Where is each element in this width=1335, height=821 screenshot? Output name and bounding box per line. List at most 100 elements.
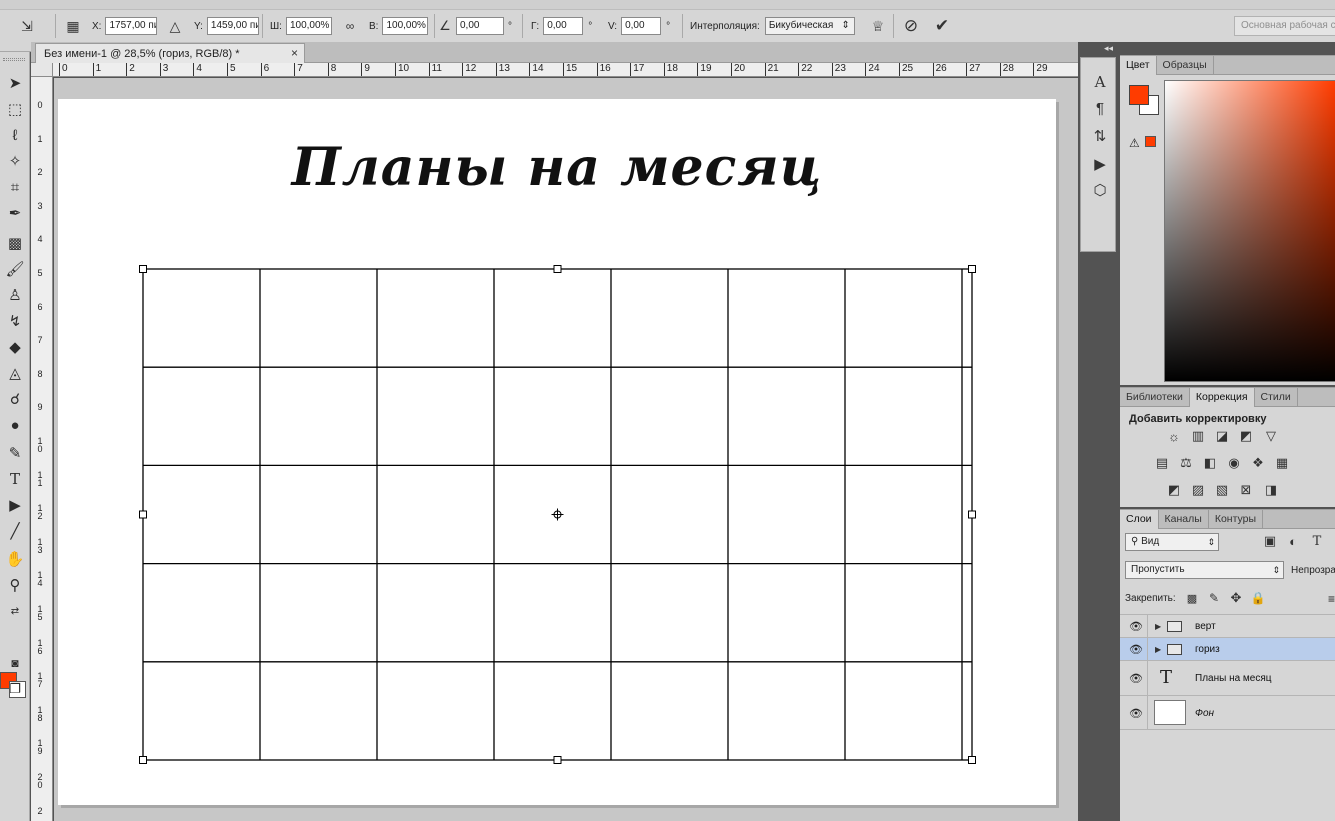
- character-panel-icon[interactable]: A: [1089, 72, 1111, 92]
- history-brush-tool-icon[interactable]: ↯: [3, 310, 27, 332]
- collapse-arrows-icon[interactable]: ◂◂: [1104, 43, 1113, 54]
- paint-bucket-tool-icon[interactable]: ◬: [3, 362, 27, 384]
- vibrance-icon[interactable]: ▽: [1261, 427, 1281, 445]
- vertical-ruler[interactable]: 0 1 2 3 4 5 6 7 8 9 10 11 12 13 14 15 16 17 18 19 20 2: [31, 77, 53, 821]
- lock-pixels-icon[interactable]: ✎: [1204, 589, 1224, 607]
- layer-row-horiz[interactable]: 👁 ▶ гориз: [1120, 637, 1335, 660]
- lock-position-icon[interactable]: ✥: [1226, 589, 1246, 607]
- layer-name[interactable]: гориз: [1195, 644, 1220, 655]
- filter-type-icon[interactable]: T: [1307, 532, 1327, 550]
- swap-colors-icon[interactable]: ⇄: [3, 600, 27, 622]
- transform-handle[interactable]: [139, 510, 147, 519]
- document-tab[interactable]: Без имени-1 @ 28,5% (гориз, RGB/8) * ×: [35, 43, 305, 63]
- commit-transform-icon[interactable]: ✔: [931, 15, 953, 37]
- layer-name[interactable]: Фон: [1195, 708, 1214, 719]
- tab-libraries[interactable]: Библиотеки: [1120, 388, 1190, 407]
- tab-paths[interactable]: Контуры: [1209, 510, 1264, 529]
- tab-color[interactable]: Цвет: [1120, 56, 1157, 75]
- transform-handle[interactable]: [968, 510, 976, 519]
- visibility-eye-icon[interactable]: 👁: [1129, 643, 1143, 656]
- tab-channels[interactable]: Каналы: [1159, 510, 1209, 529]
- transform-grid[interactable]: [136, 262, 978, 766]
- cancel-transform-icon[interactable]: ⊘: [900, 15, 922, 37]
- lasso-tool-icon[interactable]: ℓ: [3, 124, 27, 146]
- healing-brush-tool-icon[interactable]: ▩: [3, 232, 27, 254]
- color-lookup-icon[interactable]: ▦: [1272, 454, 1292, 472]
- layer-row-background[interactable]: 👁 Фон: [1120, 695, 1335, 730]
- stamp-tool-icon[interactable]: ♙: [3, 284, 27, 306]
- gamut-warning-swatch[interactable]: [1145, 136, 1156, 147]
- hue-saturation-icon[interactable]: ▤: [1152, 454, 1172, 472]
- layer-row-text[interactable]: 👁 T Планы на месяц: [1120, 660, 1335, 695]
- height-input[interactable]: 100,00%: [382, 17, 429, 35]
- zoom-tool-icon[interactable]: ⚲: [3, 574, 27, 596]
- visibility-eye-icon[interactable]: 👁: [1129, 707, 1143, 720]
- blend-mode-select[interactable]: Пропустить ⇕: [1125, 561, 1284, 579]
- eyedropper-tool-icon[interactable]: ✒: [3, 202, 27, 224]
- photo-filter-icon[interactable]: ◉: [1224, 454, 1244, 472]
- tab-swatches[interactable]: Образцы: [1157, 56, 1214, 75]
- y-input[interactable]: 1459,00 пи: [206, 17, 259, 35]
- move-tool-preset-icon[interactable]: ⇲: [16, 15, 38, 37]
- screen-mode-icon[interactable]: ❐: [3, 678, 27, 700]
- move-tool-icon[interactable]: ➤: [3, 72, 27, 94]
- posterize-icon[interactable]: ▨: [1188, 481, 1208, 499]
- quick-mask-icon[interactable]: ◙: [3, 652, 27, 674]
- curves-icon[interactable]: ◪: [1212, 427, 1232, 445]
- crop-tool-icon[interactable]: ⌗: [3, 176, 27, 198]
- selective-color-icon[interactable]: ⊠: [1236, 481, 1256, 499]
- visibility-eye-icon[interactable]: 👁: [1129, 672, 1143, 685]
- transform-handle[interactable]: [553, 265, 562, 273]
- color-balance-icon[interactable]: ⚖: [1176, 454, 1196, 472]
- tab-layers[interactable]: Слои: [1120, 510, 1159, 529]
- transform-handle[interactable]: [139, 265, 147, 273]
- dodge-tool-icon[interactable]: ●: [3, 414, 27, 436]
- play-panel-icon[interactable]: ▶: [1089, 154, 1111, 174]
- exposure-icon[interactable]: ◩: [1236, 427, 1256, 445]
- workspace-switcher[interactable]: Основная рабочая среда: [1234, 16, 1335, 36]
- 3d-panel-icon[interactable]: ⬡: [1089, 180, 1111, 200]
- filter-adjustment-icon[interactable]: ◐: [1283, 532, 1303, 550]
- relative-position-icon[interactable]: △: [164, 15, 186, 37]
- visibility-eye-icon[interactable]: 👁: [1129, 620, 1143, 633]
- threshold-icon[interactable]: ▧: [1212, 481, 1232, 499]
- path-selection-tool-icon[interactable]: ▶: [3, 494, 27, 516]
- lock-transparency-icon[interactable]: ▩: [1182, 589, 1202, 607]
- transform-handle[interactable]: [968, 265, 976, 273]
- line-tool-icon[interactable]: ╱: [3, 520, 27, 542]
- tab-adjustments[interactable]: Коррекция: [1189, 388, 1255, 407]
- ruler-origin[interactable]: [31, 63, 53, 77]
- expand-triangle-icon[interactable]: ▶: [1155, 622, 1161, 631]
- brush-tool-icon[interactable]: 🖌: [3, 258, 27, 280]
- horizontal-ruler[interactable]: 0 1 2 3 4 5 6 7 8 9 10 11 12 13 14 15 16 17 18 19 20 21 22 23 24…: [31, 63, 1078, 77]
- gradient-map-icon[interactable]: ◨: [1261, 481, 1281, 499]
- invert-icon[interactable]: ◩: [1164, 481, 1184, 499]
- layer-row-vert[interactable]: 👁 ▶ верт: [1120, 614, 1335, 637]
- levels-icon[interactable]: ▥: [1188, 427, 1208, 445]
- panel-grip[interactable]: [3, 58, 25, 61]
- width-input[interactable]: 100,00%: [285, 17, 332, 35]
- type-tool-icon[interactable]: T: [3, 468, 27, 490]
- transform-handle[interactable]: [553, 756, 562, 764]
- channel-mixer-icon[interactable]: ❖: [1248, 454, 1268, 472]
- expand-triangle-icon[interactable]: ▶: [1155, 645, 1161, 654]
- panel-menu-icon[interactable]: ≡: [1328, 592, 1335, 606]
- eraser-tool-icon[interactable]: ◆: [3, 336, 27, 358]
- black-white-icon[interactable]: ◧: [1200, 454, 1220, 472]
- gamut-warning-icon[interactable]: ⚠: [1129, 136, 1140, 150]
- color-panel-foreground-swatch[interactable]: [1129, 85, 1149, 105]
- magic-wand-tool-icon[interactable]: ✧: [3, 150, 27, 172]
- angle-input[interactable]: 0,00: [456, 17, 504, 35]
- transform-handle[interactable]: [968, 756, 976, 764]
- interpolation-select[interactable]: Бикубическая ⇕: [764, 17, 855, 35]
- actions-panel-icon[interactable]: ⇅: [1089, 126, 1111, 146]
- layer-filter-select[interactable]: ⚲ Вид ⇕: [1125, 533, 1219, 551]
- filter-pixel-icon[interactable]: ▣: [1260, 532, 1280, 550]
- hand-tool-icon[interactable]: ✋: [3, 548, 27, 570]
- link-icon[interactable]: ∞: [339, 15, 361, 37]
- close-tab-icon[interactable]: ×: [291, 46, 298, 60]
- hskew-input[interactable]: 0,00: [543, 17, 584, 35]
- canvas-heading-text[interactable]: Планы на месяц: [58, 137, 1056, 198]
- marquee-tool-icon[interactable]: ⬚: [3, 98, 27, 120]
- color-picker-field[interactable]: [1164, 80, 1335, 382]
